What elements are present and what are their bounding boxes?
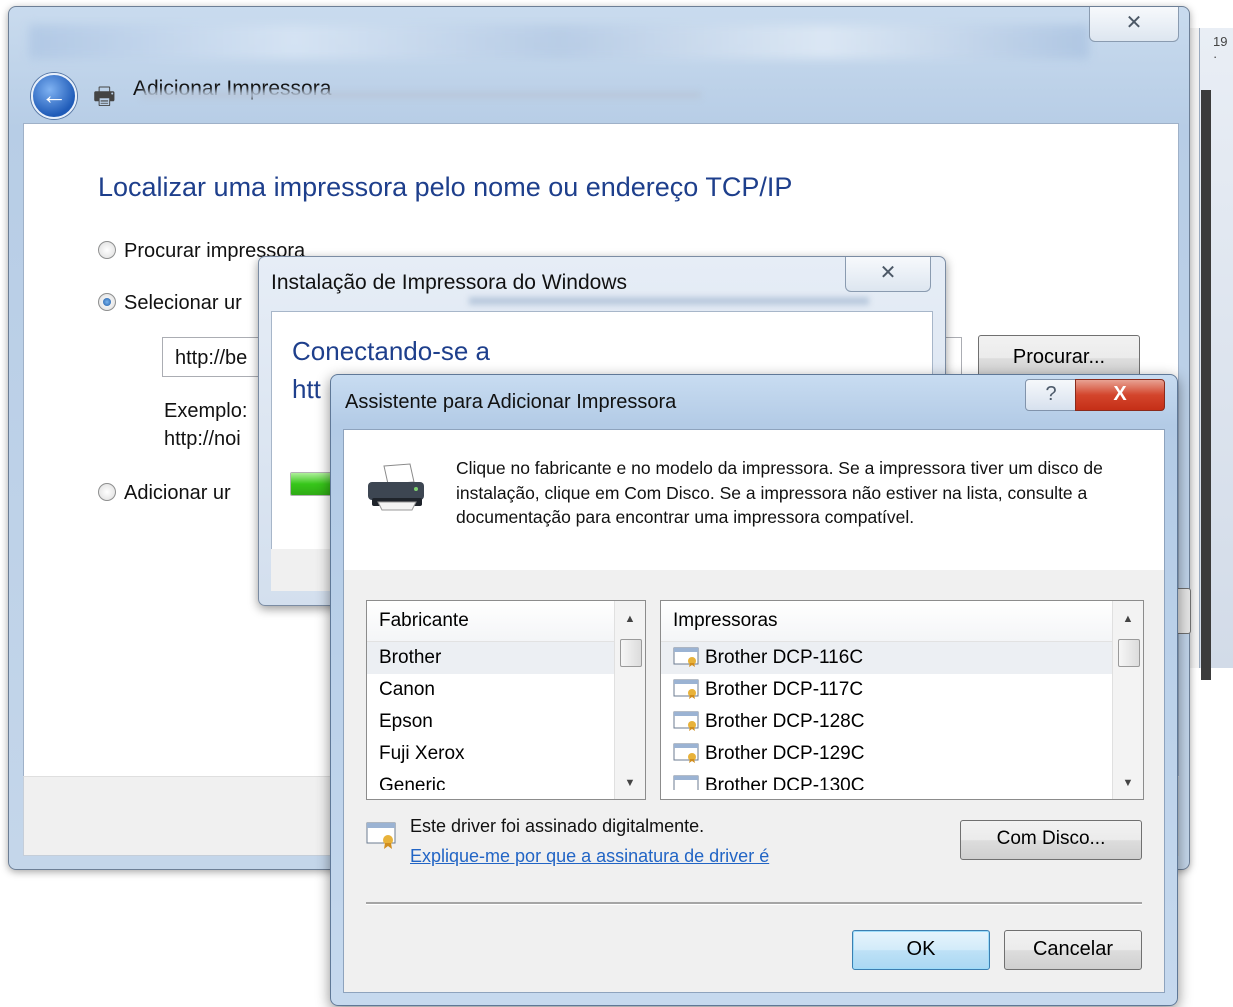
printer-model: Brother DCP-129C	[705, 743, 865, 764]
install-close-button[interactable]: ✕	[845, 257, 931, 292]
divider	[366, 902, 1142, 905]
radio-select-shared[interactable]: Selecionar ur	[98, 292, 242, 315]
page-heading: Localizar uma impressora pelo nome ou en…	[98, 172, 793, 202]
title-breadcrumb-blur	[141, 91, 701, 99]
help-button[interactable]: ?	[1025, 379, 1077, 411]
list-item[interactable]: Brother DCP-128C	[661, 706, 1143, 738]
ok-button[interactable]: OK	[852, 930, 990, 970]
certified-driver-icon	[673, 711, 699, 731]
printer-icon	[368, 463, 424, 511]
instructions-header: Clique no fabricante e no modelo da impr…	[344, 430, 1164, 570]
scroll-down-icon[interactable]: ▼	[615, 771, 645, 795]
certified-driver-icon	[673, 679, 699, 699]
radio-button[interactable]	[98, 240, 116, 259]
help-icon: ?	[1045, 383, 1057, 405]
printer-list[interactable]: Impressoras Brother DCP-116C Brother DCP…	[660, 600, 1144, 800]
main-close-button[interactable]: ✕	[1089, 7, 1179, 42]
dialog-title: Instalação de Impressora do Windows	[271, 271, 628, 294]
printer-model: Brother DCP-116C	[705, 647, 864, 668]
scroll-up-icon[interactable]: ▲	[615, 607, 645, 631]
instructions-text: Clique no fabricante e no modelo da impr…	[456, 458, 1103, 527]
scroll-thumb[interactable]	[1118, 639, 1140, 667]
ruler-number: 19 ·	[1213, 34, 1228, 64]
title-blur	[469, 297, 869, 305]
close-icon: ✕	[1125, 12, 1143, 34]
connecting-url: htt	[292, 374, 321, 404]
radio-label: Adicionar ur	[124, 482, 231, 504]
list-item[interactable]: Epson	[367, 706, 645, 738]
radio-button[interactable]	[98, 482, 116, 501]
back-button[interactable]: ←	[31, 73, 77, 119]
printer-model: Brother DCP-117C	[705, 679, 864, 700]
close-icon: ✕	[879, 262, 897, 284]
radio-button-selected[interactable]	[98, 292, 116, 311]
printer-model: Brother DCP-128C	[705, 711, 865, 732]
manufacturer-list[interactable]: Fabricante Brother Canon Epson Fuji Xero…	[366, 600, 646, 800]
list-item[interactable]: Brother DCP-129C	[661, 738, 1143, 770]
cancel-button[interactable]: Cancelar	[1004, 930, 1142, 970]
have-disk-button[interactable]: Com Disco...	[960, 820, 1142, 860]
manufacturer-scrollbar[interactable]: ▲ ▼	[614, 601, 645, 799]
signed-driver-icon	[366, 822, 396, 849]
list-item[interactable]: Brother DCP-130C	[661, 770, 1143, 790]
dialog-title: Assistente para Adicionar Impressora	[345, 391, 677, 413]
title-bar-glass	[29, 25, 1089, 59]
list-item[interactable]: Brother DCP-116C	[661, 642, 1143, 674]
certified-driver-icon	[673, 775, 699, 790]
close-icon: X	[1113, 383, 1127, 405]
list-item[interactable]: Generic	[367, 770, 645, 790]
assistant-close-button[interactable]: X	[1075, 379, 1165, 411]
background-dark-bar	[1201, 90, 1211, 680]
list-item[interactable]: Brother DCP-117C	[661, 674, 1143, 706]
signature-info-link[interactable]: Explique-me por que a assinatura de driv…	[410, 846, 769, 867]
printer-model: Brother DCP-130C	[705, 775, 865, 790]
printer-icon: 🖶	[93, 83, 116, 110]
background-window-edge: 19 ·	[1186, 28, 1233, 680]
manufacturer-header: Fabricante	[367, 601, 645, 642]
list-item[interactable]: Brother	[367, 642, 645, 674]
radio-add-tcpip[interactable]: Adicionar ur	[98, 482, 231, 505]
scroll-thumb[interactable]	[620, 639, 642, 667]
list-item[interactable]: Fuji Xerox	[367, 738, 645, 770]
printers-header: Impressoras	[661, 601, 1143, 642]
signed-driver-text: Este driver foi assinado digitalmente.	[410, 816, 705, 836]
assistant-body: Clique no fabricante e no modelo da impr…	[343, 429, 1165, 993]
add-printer-assistant-dialog: Assistente para Adicionar Impressora ? X…	[330, 374, 1178, 1006]
certified-driver-icon	[673, 647, 699, 667]
example-label: Exemplo:	[164, 400, 248, 422]
scroll-up-icon[interactable]: ▲	[1113, 607, 1143, 631]
radio-label: Selecionar ur	[124, 292, 242, 314]
back-arrow-icon: ←	[41, 80, 67, 110]
printer-scrollbar[interactable]: ▲ ▼	[1112, 601, 1143, 799]
example-url: http://noi	[164, 428, 241, 450]
scroll-down-icon[interactable]: ▼	[1113, 771, 1143, 795]
certified-driver-icon	[673, 743, 699, 763]
list-item[interactable]: Canon	[367, 674, 645, 706]
connecting-status: Conectando-se a	[292, 336, 491, 366]
